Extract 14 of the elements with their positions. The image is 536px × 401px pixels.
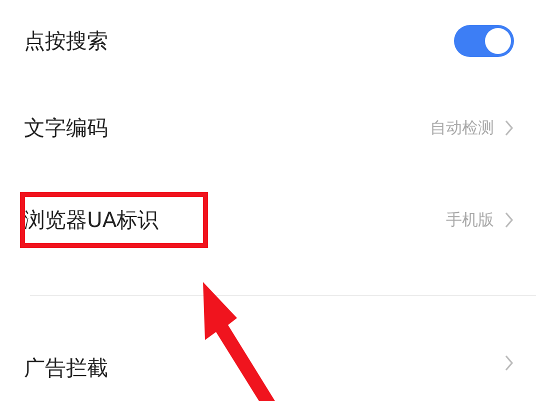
setting-label: 点按搜索	[24, 28, 109, 55]
setting-row[interactable]: 广告拦截	[0, 296, 536, 401]
setting-label: 文字编码	[24, 115, 109, 142]
chevron-icon	[504, 354, 514, 372]
setting-row[interactable]: 文字编码 自动检测	[0, 82, 536, 174]
setting-value: 手机版	[446, 210, 494, 230]
toggle-switch[interactable]	[454, 25, 514, 57]
setting-row[interactable]: 点按搜索	[0, 0, 536, 82]
setting-label: 广告拦截	[24, 355, 109, 382]
chevron-icon	[504, 211, 514, 229]
setting-value: 自动检测	[430, 118, 494, 138]
setting-row[interactable]: 浏览器UA标识 手机版	[0, 174, 536, 266]
chevron-icon	[504, 119, 514, 137]
setting-label: 浏览器UA标识	[24, 207, 160, 234]
